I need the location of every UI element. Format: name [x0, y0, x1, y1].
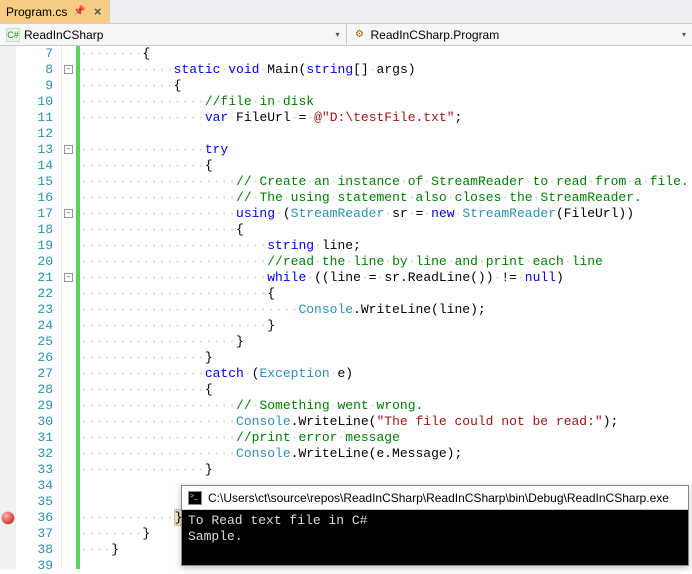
- pin-icon[interactable]: 📌: [73, 6, 85, 17]
- code-line[interactable]: ························{: [80, 286, 692, 302]
- close-icon[interactable]: ×: [92, 4, 104, 19]
- line-number: 18: [16, 222, 53, 238]
- chevron-down-icon: ▾: [335, 30, 339, 39]
- code-line[interactable]: ················var·FileUrl·=·@"D:\testF…: [80, 110, 692, 126]
- code-line[interactable]: ················catch·(Exception·e): [80, 366, 692, 382]
- code-line[interactable]: ····················{: [80, 222, 692, 238]
- code-line[interactable]: ························}: [80, 318, 692, 334]
- fold-toggle-icon[interactable]: -: [64, 65, 73, 74]
- line-number: 34: [16, 478, 53, 494]
- console-icon: [188, 491, 202, 505]
- line-number: 23: [16, 302, 53, 318]
- line-number: 38: [16, 542, 53, 558]
- code-line[interactable]: ····················//·Something·went·wr…: [80, 398, 692, 414]
- line-number: 12: [16, 126, 53, 142]
- tab-filename: Program.cs: [6, 5, 67, 19]
- code-line[interactable]: ················}: [80, 350, 692, 366]
- line-number: 37: [16, 526, 53, 542]
- console-titlebar[interactable]: C:\Users\ct\source\repos\ReadInCSharp\Re…: [182, 486, 688, 510]
- line-number: 20: [16, 254, 53, 270]
- tab-program-cs[interactable]: Program.cs 📌 ×: [0, 0, 110, 23]
- line-number: 31: [16, 430, 53, 446]
- breakpoint-column[interactable]: [0, 46, 16, 569]
- line-number: 9: [16, 78, 53, 94]
- line-number: 27: [16, 366, 53, 382]
- line-number: 19: [16, 238, 53, 254]
- breakpoint-icon[interactable]: [2, 512, 14, 524]
- line-number: 30: [16, 414, 53, 430]
- class-icon: ⚙: [353, 28, 367, 42]
- line-number: 15: [16, 174, 53, 190]
- line-number: 25: [16, 334, 53, 350]
- line-number: 13: [16, 142, 53, 158]
- line-number: 28: [16, 382, 53, 398]
- code-line[interactable]: ················try: [80, 142, 692, 158]
- line-number: 7: [16, 46, 53, 62]
- nav-right-dropdown[interactable]: ⚙ ReadInCSharp.Program ▾: [347, 24, 692, 45]
- code-line[interactable]: ················{: [80, 382, 692, 398]
- nav-left-text: ReadInCSharp: [24, 28, 103, 42]
- chevron-down-icon: ▾: [682, 30, 686, 39]
- code-line[interactable]: [80, 126, 692, 142]
- code-line[interactable]: ············{: [80, 78, 692, 94]
- code-line[interactable]: ························//read·the·line·…: [80, 254, 692, 270]
- line-number: 32: [16, 446, 53, 462]
- code-line[interactable]: ························string·line;: [80, 238, 692, 254]
- code-line[interactable]: ················}: [80, 462, 692, 478]
- code-line[interactable]: ················//file·in·disk: [80, 94, 692, 110]
- code-line[interactable]: ····················//·The·using·stateme…: [80, 190, 692, 206]
- tab-bar: Program.cs 📌 ×: [0, 0, 692, 24]
- code-line[interactable]: ····················}: [80, 334, 692, 350]
- line-number: 29: [16, 398, 53, 414]
- console-output: To Read text file in C#Sample.: [182, 510, 688, 565]
- fold-toggle-icon[interactable]: -: [64, 273, 73, 282]
- line-number: 26: [16, 350, 53, 366]
- console-title-text: C:\Users\ct\source\repos\ReadInCSharp\Re…: [208, 491, 669, 505]
- code-line[interactable]: ····················Console.WriteLine(e.…: [80, 446, 692, 462]
- line-number: 35: [16, 494, 53, 510]
- console-line: Sample.: [188, 529, 682, 545]
- line-number: 22: [16, 286, 53, 302]
- line-number: 24: [16, 318, 53, 334]
- line-number: 14: [16, 158, 53, 174]
- line-number: 16: [16, 190, 53, 206]
- code-line[interactable]: ····················using·(StreamReader·…: [80, 206, 692, 222]
- console-window[interactable]: C:\Users\ct\source\repos\ReadInCSharp\Re…: [181, 485, 689, 566]
- nav-left-dropdown[interactable]: C# ReadInCSharp ▾: [0, 24, 347, 45]
- fold-column[interactable]: - - - -: [62, 46, 76, 569]
- line-number-gutter: 7891011121314151617181920212223242526272…: [16, 46, 62, 569]
- line-number: 33: [16, 462, 53, 478]
- code-line[interactable]: ························while·((line·=·s…: [80, 270, 692, 286]
- line-number: 21: [16, 270, 53, 286]
- console-line: To Read text file in C#: [188, 513, 682, 529]
- line-number: 36: [16, 510, 53, 526]
- code-line[interactable]: ················{: [80, 158, 692, 174]
- line-number: 11: [16, 110, 53, 126]
- code-line[interactable]: ········{: [80, 46, 692, 62]
- code-line[interactable]: ····························Console.Writ…: [80, 302, 692, 318]
- fold-toggle-icon[interactable]: -: [64, 145, 73, 154]
- code-line[interactable]: ····················//·Create·an·instanc…: [80, 174, 692, 190]
- csharp-project-icon: C#: [6, 28, 20, 42]
- line-number: 8: [16, 62, 53, 78]
- fold-toggle-icon[interactable]: -: [64, 209, 73, 218]
- nav-bar: C# ReadInCSharp ▾ ⚙ ReadInCSharp.Program…: [0, 24, 692, 46]
- code-line[interactable]: ····················Console.WriteLine("T…: [80, 414, 692, 430]
- line-number: 10: [16, 94, 53, 110]
- code-line[interactable]: ····················//print·error·messag…: [80, 430, 692, 446]
- nav-right-text: ReadInCSharp.Program: [371, 28, 500, 42]
- code-line[interactable]: ············static·void·Main(string[]·ar…: [80, 62, 692, 78]
- line-number: 39: [16, 558, 53, 574]
- line-number: 17: [16, 206, 53, 222]
